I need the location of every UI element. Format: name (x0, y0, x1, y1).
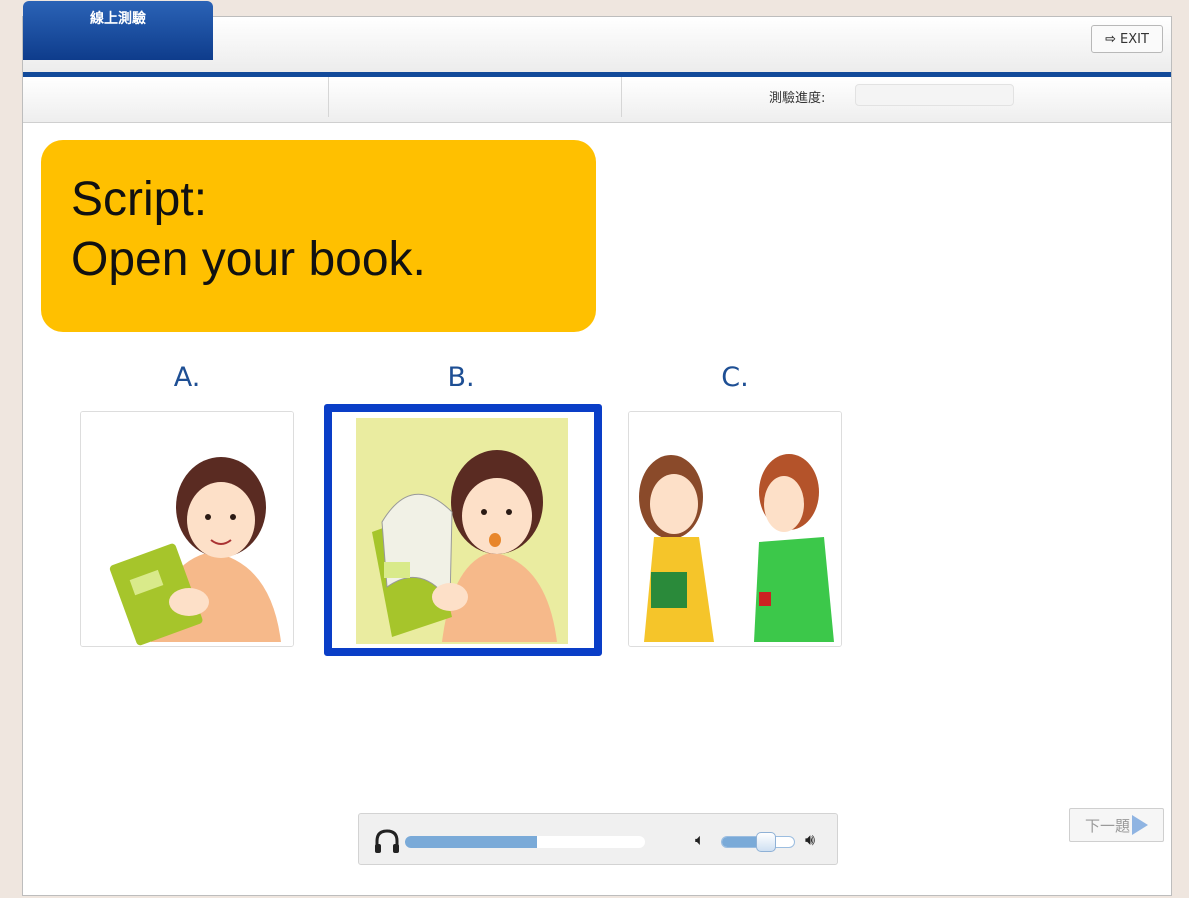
volume-slider[interactable] (721, 832, 795, 852)
audio-player: 🔈︎ 🔊︎ (358, 813, 838, 865)
exit-button[interactable]: ⇨ EXIT (1091, 25, 1163, 53)
option-b-card[interactable] (324, 404, 602, 656)
exit-icon: ⇨ (1105, 31, 1116, 47)
tab-label: 線上測驗 (90, 11, 146, 27)
divider (328, 77, 329, 117)
girl-holding-closed-book-image (81, 412, 293, 646)
top-bar: 線上測驗 ⇨ EXIT (23, 1, 1171, 77)
quiz-window: 線上測驗 ⇨ EXIT 測驗進度: Script: Open your book… (22, 1, 1172, 896)
tab-online-test[interactable]: 線上測驗 (23, 1, 213, 60)
progress-label: 測驗進度: (769, 91, 826, 106)
volume-handle[interactable] (755, 832, 776, 852)
girl-opening-book-image (332, 412, 594, 648)
two-girls-with-book-image (629, 412, 841, 646)
script-text: Open your book. (71, 233, 426, 286)
divider (621, 77, 622, 117)
playback-track[interactable] (405, 836, 645, 848)
script-callout: Script: Open your book. (41, 140, 596, 332)
volume-low-icon: 🔈︎ (695, 830, 705, 849)
exit-label: EXIT (1120, 31, 1149, 47)
script-heading: Script: (71, 173, 208, 226)
option-c-label: C. (721, 362, 749, 393)
option-b-label: B. (447, 362, 475, 393)
option-a-card[interactable] (80, 411, 294, 647)
next-question-button[interactable]: 下一題 (1069, 808, 1164, 842)
headphones-icon (375, 829, 399, 853)
option-a-label: A. (173, 362, 201, 393)
progress-bar-row: 測驗進度: (23, 77, 1171, 123)
next-label: 下一題 (1084, 816, 1130, 835)
playback-progress (405, 836, 537, 848)
volume-high-icon: 🔊︎ (805, 830, 816, 849)
option-c-card[interactable] (628, 411, 842, 647)
progress-field (855, 84, 1014, 106)
next-arrow-icon (1132, 815, 1148, 835)
